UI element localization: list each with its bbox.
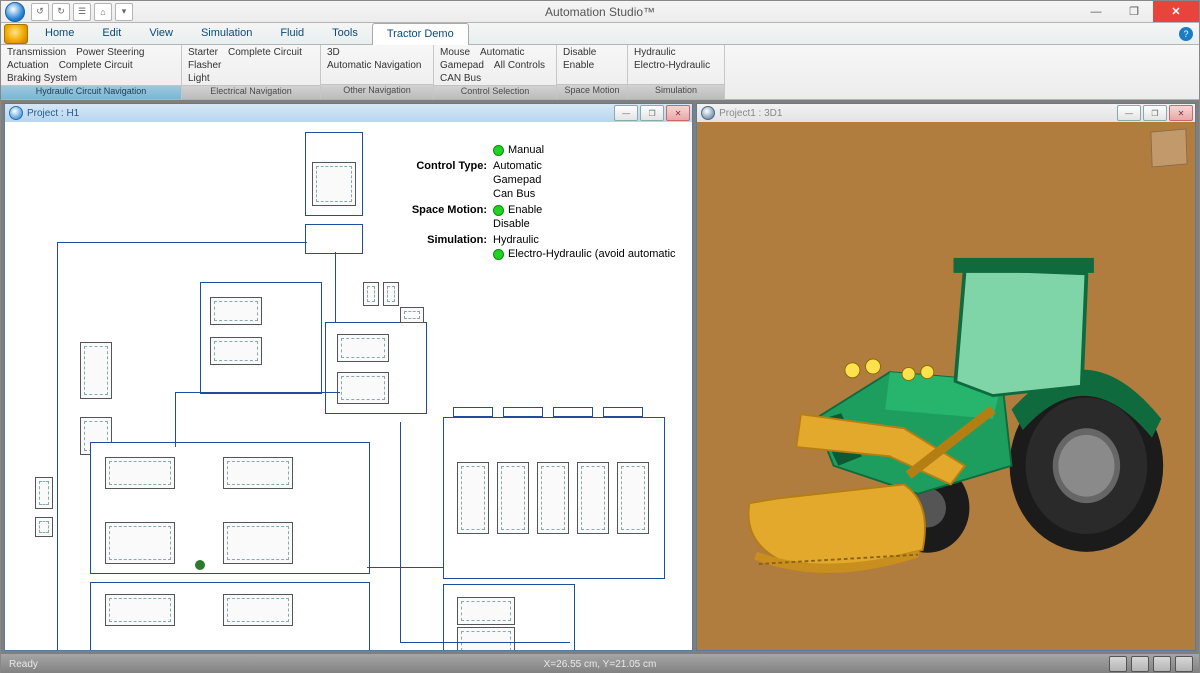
qat-dropdown-icon[interactable]: ▾ xyxy=(115,3,133,21)
tab-tractor-demo[interactable]: Tractor Demo xyxy=(372,23,469,45)
ribbon-btn[interactable]: Transmission xyxy=(7,46,66,59)
pane-schematic: Project : H1 — ❐ ✕ xyxy=(4,103,693,651)
status-view-icon[interactable] xyxy=(1153,656,1171,672)
pane-close-button[interactable]: ✕ xyxy=(666,105,690,121)
tab-home[interactable]: Home xyxy=(31,23,88,44)
pane-title-text: Project : H1 xyxy=(27,108,79,119)
ribbon-group-hydraulic-nav: Transmission Power Steering Actuation Comp… xyxy=(1,45,182,99)
undo-icon[interactable]: ↺ xyxy=(31,3,49,21)
control-value[interactable]: Manual xyxy=(508,144,544,156)
status-dot-icon xyxy=(493,249,504,260)
control-panel-overlay: Manual Control Type: Automatic Gamepad C… xyxy=(395,144,676,264)
app-logo-icon[interactable] xyxy=(5,2,25,22)
3d-viewport[interactable] xyxy=(697,122,1195,650)
maximize-button[interactable]: ❐ xyxy=(1115,1,1153,22)
status-view-icon[interactable] xyxy=(1131,656,1149,672)
control-value[interactable]: Electro-Hydraulic (avoid automatic xyxy=(508,248,676,260)
control-value[interactable]: Hydraulic xyxy=(493,234,676,248)
ribbon-group-title: Space Motion xyxy=(557,84,627,99)
redo-icon[interactable]: ↻ xyxy=(52,3,70,21)
pane-restore-button[interactable]: ❐ xyxy=(1143,105,1167,121)
ribbon-group-title: Electrical Navigation xyxy=(182,85,320,99)
ribbon-btn[interactable]: Mouse xyxy=(440,46,470,59)
pane-minimize-button[interactable]: — xyxy=(1117,105,1141,121)
workspace: Project : H1 — ❐ ✕ xyxy=(1,100,1199,654)
ribbon-group-electrical-nav: Starter Complete Circuit Flasher Light El… xyxy=(182,45,321,99)
ribbon-group-space-motion: Disable Enable Space Motion xyxy=(557,45,628,99)
minimize-button[interactable]: — xyxy=(1077,1,1115,22)
control-value[interactable]: Automatic xyxy=(493,160,542,174)
ribbon-btn[interactable]: Hydraulic xyxy=(634,46,676,59)
ribbon-btn[interactable]: Complete Circuit xyxy=(59,59,133,72)
status-dot-icon xyxy=(493,145,504,156)
ribbon-btn[interactable]: All Controls xyxy=(494,59,545,72)
pane-3d: Project1 : 3D1 — ❐ ✕ xyxy=(696,103,1196,651)
tab-fluid[interactable]: Fluid xyxy=(266,23,318,44)
ribbon-btn[interactable]: Complete Circuit xyxy=(228,46,302,59)
ribbon-btn[interactable]: Light xyxy=(188,72,210,85)
status-coords: X=26.55 cm, Y=21.05 cm xyxy=(544,659,657,670)
ribbon-btn[interactable]: Gamepad xyxy=(440,59,484,72)
tab-edit[interactable]: Edit xyxy=(88,23,135,44)
ribbon-btn[interactable]: Automatic xyxy=(480,46,524,59)
ribbon-group-title: Control Selection xyxy=(434,85,556,99)
pane-restore-button[interactable]: ❐ xyxy=(640,105,664,121)
ribbon-group-title: Other Navigation xyxy=(321,84,433,99)
control-value[interactable]: Enable xyxy=(508,204,542,216)
ribbon-btn[interactable]: 3D xyxy=(327,46,340,59)
titlebar: ↺ ↻ ☰ ⌂ ▾ Automation Studio™ — ❐ ✕ xyxy=(1,1,1199,23)
help-icon[interactable]: ? xyxy=(1179,27,1193,41)
ribbon: Transmission Power Steering Actuation Comp… xyxy=(1,45,1199,100)
home-icon[interactable]: ⌂ xyxy=(94,3,112,21)
tab-tools[interactable]: Tools xyxy=(318,23,372,44)
status-view-icon[interactable] xyxy=(1175,656,1193,672)
app-window: ↺ ↻ ☰ ⌂ ▾ Automation Studio™ — ❐ ✕ Home … xyxy=(0,0,1200,673)
schematic-canvas[interactable]: Manual Control Type: Automatic Gamepad C… xyxy=(5,122,692,650)
ribbon-btn[interactable]: Electro-Hydraulic xyxy=(634,59,710,72)
view-cube-icon[interactable] xyxy=(1150,128,1187,167)
ribbon-btn[interactable]: Power Steering xyxy=(76,46,144,59)
window-controls: — ❐ ✕ xyxy=(1077,1,1199,22)
ribbon-btn[interactable]: Braking System xyxy=(7,72,77,85)
tab-view[interactable]: View xyxy=(135,23,187,44)
pane-close-button[interactable]: ✕ xyxy=(1169,105,1193,121)
control-label: Control Type: xyxy=(395,160,493,172)
ribbon-btn[interactable]: Automatic Navigation xyxy=(327,59,422,72)
ribbon-group-title: Hydraulic Circuit Navigation xyxy=(1,85,181,99)
status-view-icon[interactable] xyxy=(1109,656,1127,672)
quick-access-toolbar: ↺ ↻ ☰ ⌂ ▾ xyxy=(31,3,133,21)
pane-titlebar[interactable]: Project1 : 3D1 — ❐ ✕ xyxy=(697,104,1195,122)
pane-minimize-button[interactable]: — xyxy=(614,105,638,121)
ribbon-group-simulation: Hydraulic Electro-Hydraulic Simulation xyxy=(628,45,725,99)
close-button[interactable]: ✕ xyxy=(1153,1,1199,22)
control-label: Space Motion: xyxy=(395,204,493,216)
document-icon xyxy=(9,106,23,120)
document-icon xyxy=(701,106,715,120)
grid-icon[interactable]: ☰ xyxy=(73,3,91,21)
ribbon-btn[interactable]: Actuation xyxy=(7,59,49,72)
pane-titlebar[interactable]: Project : H1 — ❐ ✕ xyxy=(5,104,692,122)
statusbar: Ready X=26.55 cm, Y=21.05 cm xyxy=(1,654,1199,673)
app-menu-icon[interactable] xyxy=(4,24,28,44)
status-dot-icon xyxy=(493,205,504,216)
pane-title-text: Project1 : 3D1 xyxy=(719,108,782,119)
ribbon-group-control-selection: Mouse Automatic Gamepad All Controls CAN B… xyxy=(434,45,557,99)
ribbon-btn[interactable]: CAN Bus xyxy=(440,72,481,85)
ribbon-btn[interactable]: Enable xyxy=(563,59,594,72)
control-value[interactable]: Can Bus xyxy=(493,188,542,202)
tractor-3d-model[interactable] xyxy=(712,138,1180,634)
tab-simulation[interactable]: Simulation xyxy=(187,23,266,44)
ribbon-group-other-nav: 3D Automatic Navigation Other Navigation xyxy=(321,45,434,99)
window-title: Automation Studio™ xyxy=(1,5,1199,19)
ribbon-btn[interactable]: Disable xyxy=(563,46,596,59)
ribbon-group-title: Simulation xyxy=(628,84,724,99)
ribbon-btn[interactable]: Flasher xyxy=(188,59,221,72)
ribbon-btn[interactable]: Starter xyxy=(188,46,218,59)
status-ready: Ready xyxy=(1,659,46,670)
control-value[interactable]: Gamepad xyxy=(493,174,542,188)
control-value[interactable]: Disable xyxy=(493,218,542,232)
control-label: Simulation: xyxy=(395,234,493,246)
menu-tabs: Home Edit View Simulation Fluid Tools Tr… xyxy=(1,23,1199,45)
